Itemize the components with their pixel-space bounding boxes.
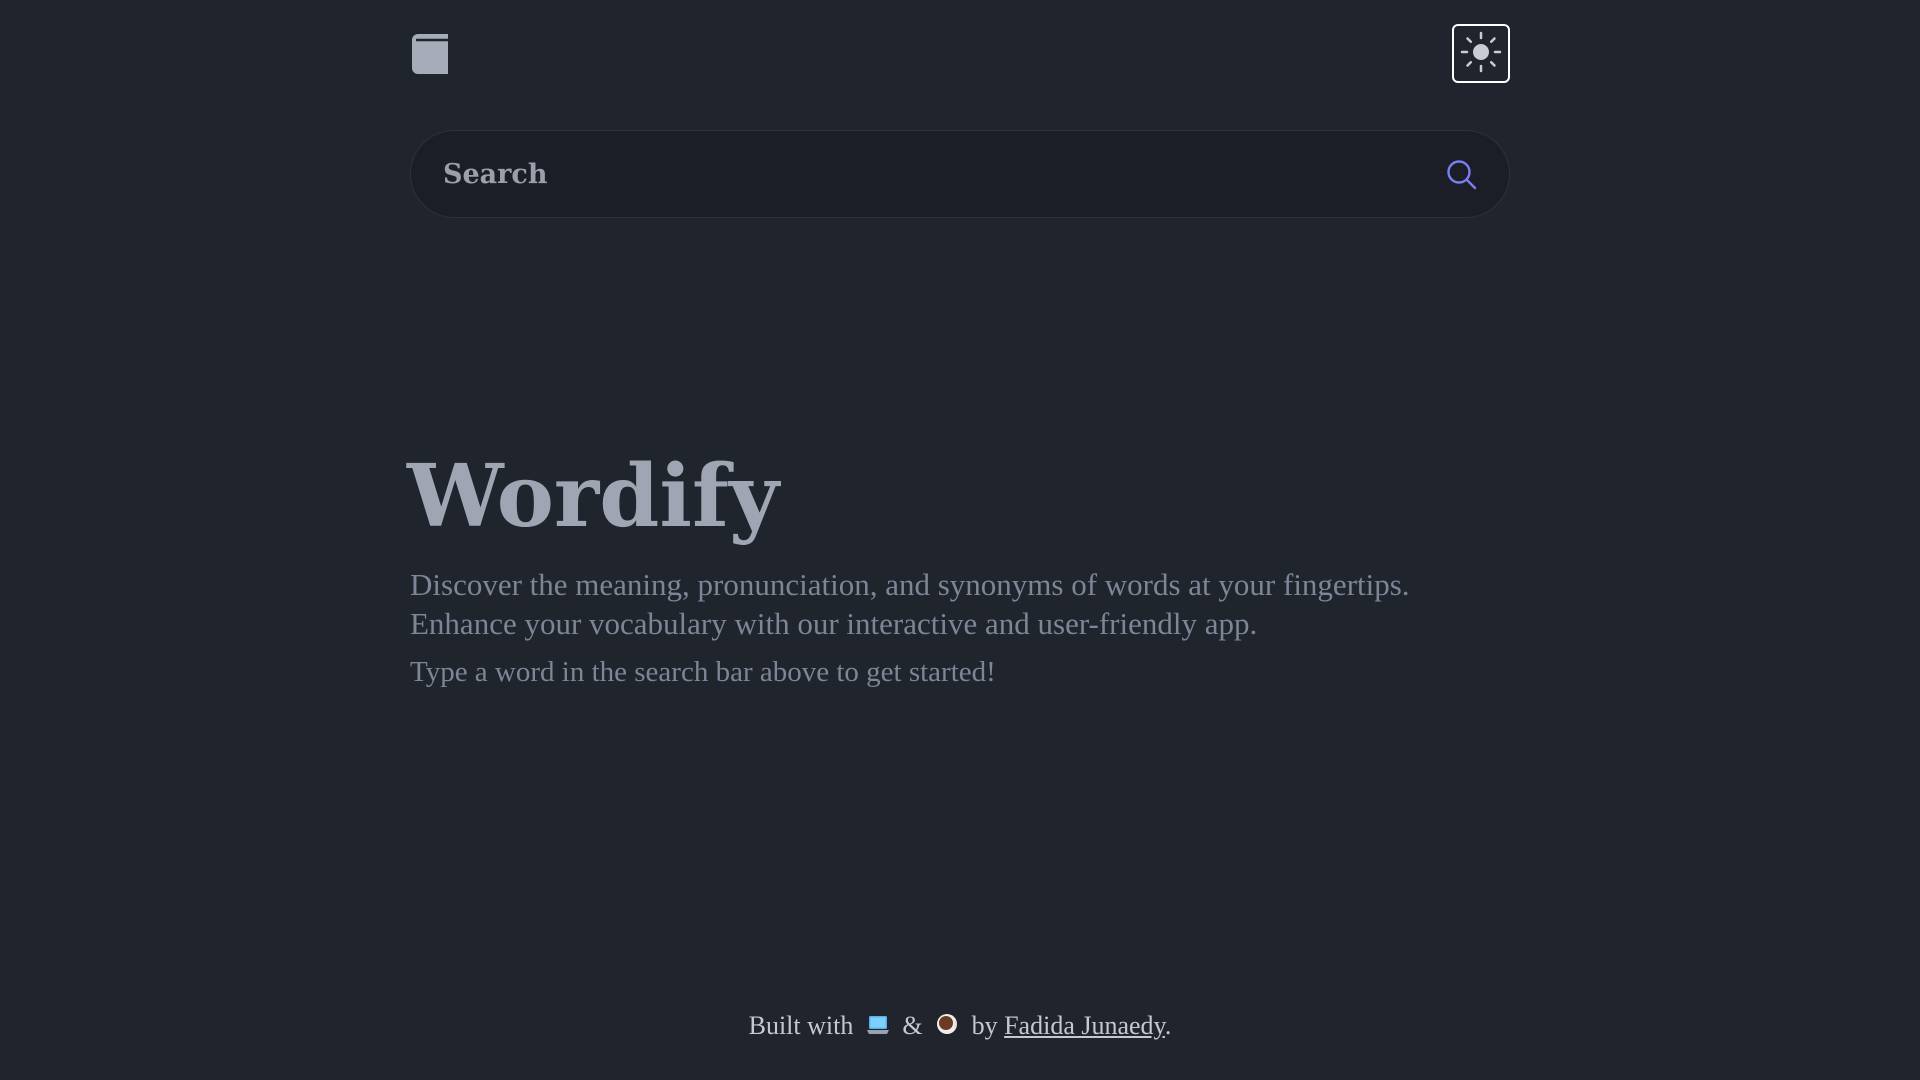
search-icon — [1445, 160, 1479, 195]
search-input[interactable] — [443, 131, 1403, 217]
footer-built-with: Built with — [748, 1011, 854, 1040]
laptop-icon — [866, 1008, 890, 1048]
get-started-hint: Type a word in the search bar above to g… — [410, 656, 996, 688]
sun-icon — [1460, 31, 1502, 76]
search-button[interactable] — [1445, 158, 1479, 192]
app-description: Discover the meaning, pronunciation, and… — [410, 567, 1410, 641]
book-icon[interactable] — [410, 32, 450, 76]
footer-by: by — [971, 1011, 998, 1040]
search-box — [410, 130, 1510, 218]
hero-section: Wordify Discover the meaning, pronunciat… — [407, 442, 1510, 691]
app-title: Wordify — [407, 446, 780, 547]
footer-ampersand: & — [902, 1011, 923, 1040]
author-link[interactable]: Fadida Junaedy — [1004, 1011, 1165, 1040]
coffee-icon — [935, 1008, 959, 1048]
page: Wordify Discover the meaning, pronunciat… — [0, 0, 1920, 1080]
header — [410, 24, 1510, 84]
footer-period: . — [1164, 1011, 1172, 1040]
theme-toggle-button[interactable] — [1452, 24, 1510, 83]
search-bar — [410, 130, 1510, 218]
footer: Built with & by Fadida Junaedy. — [0, 1006, 1920, 1048]
